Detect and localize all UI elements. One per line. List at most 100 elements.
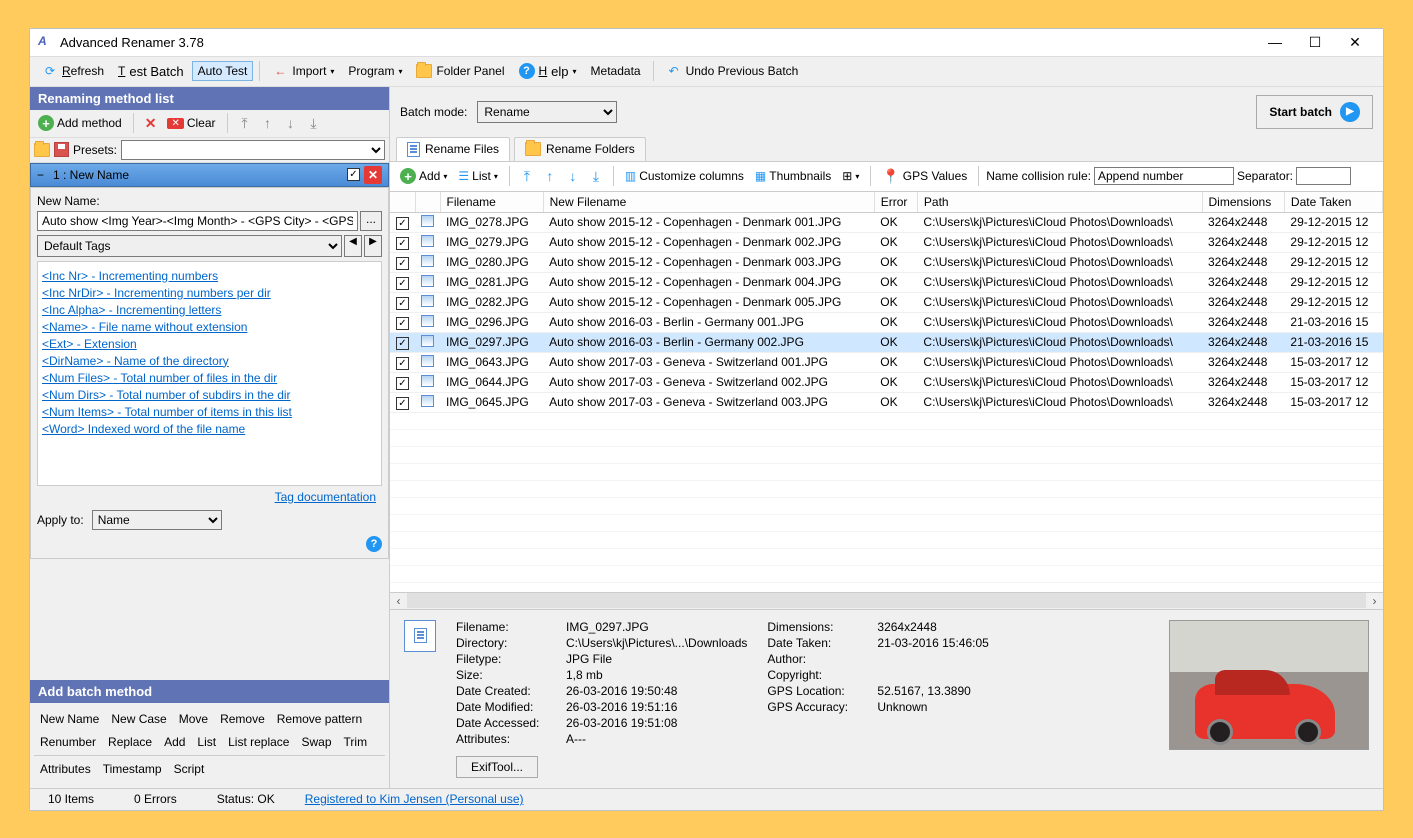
- move-bottom-button[interactable]: ⤓: [304, 115, 324, 132]
- method-help-icon[interactable]: ?: [366, 536, 382, 552]
- method-header[interactable]: − 1 : New Name ✓ ✕: [30, 163, 389, 187]
- row-checkbox[interactable]: ✓: [396, 397, 409, 410]
- row-checkbox[interactable]: ✓: [396, 377, 409, 390]
- exiftool-button[interactable]: ExifTool...: [456, 756, 538, 778]
- batch-method-remove[interactable]: Remove: [214, 709, 271, 729]
- thumbnails-button[interactable]: ▦Thumbnails: [751, 167, 835, 185]
- collapse-icon[interactable]: −: [37, 168, 49, 182]
- to-top-button[interactable]: ⤒: [517, 168, 537, 185]
- scroll-right-icon[interactable]: ›: [1366, 594, 1383, 608]
- row-checkbox[interactable]: ✓: [396, 357, 409, 370]
- row-checkbox[interactable]: ✓: [396, 317, 409, 330]
- tag-link[interactable]: <Inc Nr> - Incrementing numbers: [42, 269, 377, 283]
- table-row[interactable]: ✓IMG_0280.JPGAuto show 2015-12 - Copenha…: [390, 252, 1383, 272]
- close-button[interactable]: ✕: [1335, 30, 1375, 54]
- tags-category-select[interactable]: Default Tags: [37, 235, 342, 257]
- folder-panel-button[interactable]: Folder Panel: [410, 61, 510, 81]
- row-checkbox[interactable]: ✓: [396, 297, 409, 310]
- row-checkbox[interactable]: ✓: [396, 237, 409, 250]
- tag-link[interactable]: <Ext> - Extension: [42, 337, 377, 351]
- method-enabled-checkbox[interactable]: ✓: [347, 168, 360, 181]
- row-checkbox[interactable]: ✓: [396, 257, 409, 270]
- gps-values-button[interactable]: 📍GPS Values: [878, 166, 971, 187]
- batch-method-script[interactable]: Script: [168, 759, 211, 779]
- minimize-button[interactable]: —: [1255, 30, 1295, 54]
- tag-link[interactable]: <DirName> - Name of the directory: [42, 354, 377, 368]
- test-batch-button[interactable]: Test Batch: [112, 61, 190, 82]
- table-row[interactable]: ✓IMG_0296.JPGAuto show 2016-03 - Berlin …: [390, 312, 1383, 332]
- batch-method-list[interactable]: List: [191, 732, 222, 752]
- rename-files-tab[interactable]: Rename Files: [396, 137, 510, 161]
- table-row[interactable]: ✓IMG_0644.JPGAuto show 2017-03 - Geneva …: [390, 372, 1383, 392]
- registered-link[interactable]: Registered to Kim Jensen (Personal use): [305, 792, 524, 806]
- tags-prev-button[interactable]: ◀: [344, 235, 362, 257]
- tag-link[interactable]: <Num Files> - Total number of files in t…: [42, 371, 377, 385]
- new-name-input[interactable]: [37, 211, 358, 231]
- apply-to-select[interactable]: Name: [92, 510, 222, 530]
- move-top-button[interactable]: ⤒: [235, 115, 255, 132]
- auto-test-button[interactable]: Auto Test: [192, 61, 254, 81]
- open-preset-icon[interactable]: [34, 143, 50, 157]
- scroll-left-icon[interactable]: ‹: [390, 594, 407, 608]
- batch-method-attributes[interactable]: Attributes: [34, 759, 97, 779]
- batch-method-remove-pattern[interactable]: Remove pattern: [271, 709, 368, 729]
- move-up-button[interactable]: ↑: [258, 115, 278, 131]
- horizontal-scrollbar[interactable]: ‹ ›: [390, 592, 1383, 609]
- add-files-button[interactable]: +Add▾: [396, 166, 451, 186]
- rename-folders-tab[interactable]: Rename Folders: [514, 137, 646, 161]
- tag-link[interactable]: <Num Items> - Total number of items in t…: [42, 405, 377, 419]
- separator-input[interactable]: [1296, 167, 1351, 185]
- batch-mode-select[interactable]: Rename: [477, 101, 617, 123]
- column-header[interactable]: Dimensions: [1202, 192, 1284, 213]
- tag-doc-link[interactable]: Tag documentation: [275, 490, 376, 504]
- method-close-button[interactable]: ✕: [364, 166, 382, 184]
- tags-next-button[interactable]: ▶: [364, 235, 382, 257]
- column-header[interactable]: New Filename: [543, 192, 874, 213]
- row-checkbox[interactable]: ✓: [396, 277, 409, 290]
- row-checkbox[interactable]: ✓: [396, 337, 409, 350]
- tag-link[interactable]: <Word> Indexed word of the file name: [42, 422, 377, 436]
- tag-link[interactable]: <Num Dirs> - Total number of subdirs in …: [42, 388, 377, 402]
- table-row[interactable]: ✓IMG_0282.JPGAuto show 2015-12 - Copenha…: [390, 292, 1383, 312]
- undo-button[interactable]: ↶Undo Previous Batch: [660, 60, 805, 82]
- save-preset-icon[interactable]: [54, 142, 69, 157]
- batch-method-new-case[interactable]: New Case: [105, 709, 172, 729]
- batch-method-move[interactable]: Move: [173, 709, 214, 729]
- collision-rule-input[interactable]: [1094, 167, 1234, 185]
- batch-method-list-replace[interactable]: List replace: [222, 732, 295, 752]
- column-header[interactable]: Path: [917, 192, 1202, 213]
- down-button[interactable]: ↓: [563, 168, 583, 184]
- column-header[interactable]: Date Taken: [1284, 192, 1382, 213]
- maximize-button[interactable]: ☐: [1295, 30, 1335, 54]
- presets-combo[interactable]: [121, 140, 385, 160]
- column-header[interactable]: Error: [874, 192, 917, 213]
- expand-button[interactable]: ...: [360, 211, 382, 231]
- table-row[interactable]: ✓IMG_0297.JPGAuto show 2016-03 - Berlin …: [390, 332, 1383, 352]
- to-bottom-button[interactable]: ⤓: [586, 168, 606, 185]
- help-button[interactable]: ?Help▾: [513, 60, 583, 82]
- file-grid[interactable]: FilenameNew FilenameErrorPathDimensionsD…: [390, 192, 1383, 592]
- clear-methods-button[interactable]: ✕Clear: [163, 114, 219, 132]
- table-row[interactable]: ✓IMG_0278.JPGAuto show 2015-12 - Copenha…: [390, 212, 1383, 232]
- metadata-button[interactable]: Metadata: [585, 61, 647, 81]
- batch-method-timestamp[interactable]: Timestamp: [97, 759, 168, 779]
- batch-method-trim[interactable]: Trim: [338, 732, 374, 752]
- table-row[interactable]: ✓IMG_0643.JPGAuto show 2017-03 - Geneva …: [390, 352, 1383, 372]
- import-button[interactable]: ←Import▾: [266, 60, 340, 82]
- table-row[interactable]: ✓IMG_0645.JPGAuto show 2017-03 - Geneva …: [390, 392, 1383, 412]
- batch-method-add[interactable]: Add: [158, 732, 191, 752]
- delete-method-button[interactable]: ✕: [141, 113, 161, 134]
- start-batch-button[interactable]: Start batch▶: [1256, 95, 1373, 129]
- batch-method-replace[interactable]: Replace: [102, 732, 158, 752]
- tag-link[interactable]: <Name> - File name without extension: [42, 320, 377, 334]
- add-method-button[interactable]: +Add method: [34, 113, 126, 133]
- column-header[interactable]: Filename: [440, 192, 543, 213]
- batch-method-swap[interactable]: Swap: [295, 732, 337, 752]
- refresh-button[interactable]: ⟳Refresh: [36, 60, 110, 82]
- row-checkbox[interactable]: ✓: [396, 217, 409, 230]
- batch-method-renumber[interactable]: Renumber: [34, 732, 102, 752]
- list-button[interactable]: ☰List▾: [454, 167, 501, 185]
- batch-method-new-name[interactable]: New Name: [34, 709, 105, 729]
- program-button[interactable]: Program▾: [342, 61, 408, 81]
- grid-style-button[interactable]: ⊞▾: [838, 167, 863, 185]
